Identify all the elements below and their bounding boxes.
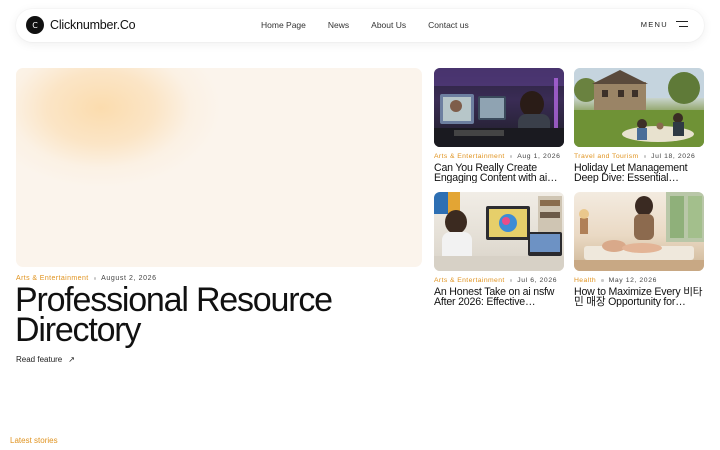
menu-button[interactable]: MENU	[641, 20, 688, 29]
story-meta: Arts & Entertainment Aug 1, 2026	[434, 153, 564, 160]
site-logo[interactable]: C Clicknumber.Co	[26, 16, 136, 34]
story-date: Jul 6, 2026	[517, 277, 558, 284]
story-category[interactable]: Travel and Tourism	[574, 153, 639, 160]
meta-separator	[93, 277, 97, 280]
hero-title[interactable]: Professional Resource Directory	[15, 283, 415, 347]
meta-separator	[509, 155, 513, 158]
story-category[interactable]: Health	[574, 277, 596, 284]
story-card[interactable]: Travel and Tourism Jul 18, 2026 Holiday …	[574, 68, 704, 183]
logo-text: Clicknumber.Co	[50, 18, 136, 32]
logo-mark: C	[26, 16, 44, 34]
story-card[interactable]: Arts & Entertainment Aug 1, 2026 Can You…	[434, 68, 564, 183]
hero-image[interactable]	[16, 68, 422, 267]
menu-label: MENU	[640, 20, 668, 29]
story-date: Jul 18, 2026	[651, 153, 696, 160]
story-category[interactable]: Arts & Entertainment	[434, 153, 505, 160]
image-illustration	[574, 192, 704, 271]
site-header: C Clicknumber.Co Home Page News About Us…	[16, 9, 704, 42]
story-date: Aug 1, 2026	[517, 153, 561, 160]
story-card[interactable]: Health May 12, 2026 How to Maximize Ever…	[574, 192, 704, 307]
story-image[interactable]	[434, 68, 564, 147]
image-illustration	[434, 192, 564, 271]
meta-separator	[601, 279, 604, 282]
story-date: May 12, 2026	[608, 277, 657, 284]
meta-separator	[643, 155, 647, 158]
story-title[interactable]: Can You Really Create Engaging Content w…	[434, 163, 564, 183]
read-feature-link[interactable]: Read feature ↗	[16, 355, 75, 364]
story-image[interactable]	[434, 192, 564, 271]
image-illustration	[574, 68, 704, 147]
story-image[interactable]	[574, 192, 704, 271]
latest-stories-heading: Latest stories	[10, 436, 58, 445]
arrow-up-right-icon: ↗	[68, 355, 75, 364]
nav-news[interactable]: News	[328, 20, 349, 30]
story-image[interactable]	[574, 68, 704, 147]
image-illustration	[434, 68, 564, 147]
story-title[interactable]: How to Maximize Every 비타민 매장 Opportunity…	[574, 287, 704, 307]
story-meta: Health May 12, 2026	[574, 277, 704, 284]
nav-contact[interactable]: Contact us	[428, 20, 469, 30]
story-title[interactable]: An Honest Take on ai nsfw After 2026: Ef…	[434, 287, 564, 307]
meta-separator	[509, 279, 513, 282]
story-card[interactable]: Arts & Entertainment Jul 6, 2026 An Hone…	[434, 192, 564, 307]
nav-about[interactable]: About Us	[371, 20, 406, 30]
main-nav: Home Page News About Us Contact us	[261, 20, 491, 30]
hamburger-icon	[676, 21, 688, 28]
story-title[interactable]: Holiday Let Management Deep Dive: Essent…	[574, 163, 704, 183]
story-meta: Travel and Tourism Jul 18, 2026	[574, 153, 704, 160]
nav-home[interactable]: Home Page	[261, 20, 306, 30]
story-meta: Arts & Entertainment Jul 6, 2026	[434, 277, 564, 284]
story-category[interactable]: Arts & Entertainment	[434, 277, 505, 284]
read-feature-label: Read feature	[16, 355, 63, 364]
